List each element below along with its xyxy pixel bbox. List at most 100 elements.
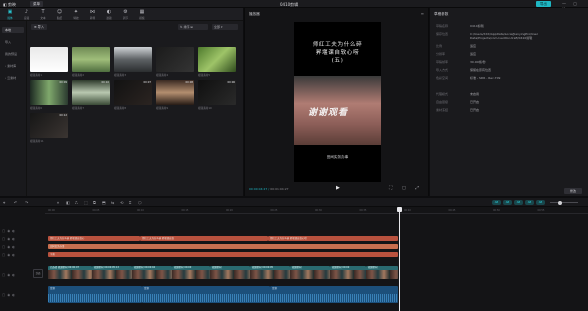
audio-clip[interactable]: 音频	[142, 286, 270, 303]
player-menu-icon[interactable]: ≡	[421, 11, 424, 16]
text-clip[interactable]: 师红工夫为什么碎 昇堰课自软心	[48, 236, 140, 241]
media-thumbnail[interactable]	[156, 47, 194, 72]
audio-clip[interactable]: 音频	[270, 286, 398, 303]
clip-label: 音频	[272, 287, 277, 290]
filter-dropdown[interactable]: 全部 ▾	[212, 24, 238, 30]
text-clip[interactable]: 师红工夫为什么碎 昇堰课自软心唠	[268, 236, 398, 241]
ruler-tick-label: 00:10	[137, 209, 144, 212]
text-clip[interactable]: 师红工夫为什么碎 昇堰课自软	[140, 236, 268, 241]
adjust-tool[interactable]: ⚙ 调节	[119, 9, 133, 20]
media-thumbnail[interactable]	[72, 47, 110, 72]
cover-button[interactable]: 封面	[33, 269, 43, 278]
play-button[interactable]: ▶	[336, 185, 340, 191]
text-track-4-controls[interactable]: ▢◉◐	[2, 253, 17, 257]
media-tool[interactable]: ▣ 媒体	[3, 9, 17, 20]
filter-tool[interactable]: ◐ 滤镜	[102, 9, 116, 20]
timeline-toggle[interactable]: AB	[492, 200, 501, 205]
template-icon: ▦	[139, 9, 145, 15]
property-key: 草稿名称	[436, 24, 449, 28]
timeline-toggle[interactable]: AB	[525, 200, 534, 205]
audio-tool[interactable]: ♪ 音频	[20, 9, 34, 20]
timeline-tool-icon[interactable]: ⧉	[93, 200, 96, 205]
thumbnail-duration: 00:06	[227, 81, 235, 84]
timeline-tool-icon[interactable]: ⇆	[111, 200, 114, 205]
video-clip[interactable]: 视频素材 00:00	[172, 266, 210, 279]
clip-label: 视频素材 00:00	[332, 266, 350, 269]
preview-canvas[interactable]: 师红工夫为什么碎 昇堰课自软心唠 (五) 谢谢观看 田间实务办事	[294, 22, 381, 182]
video-clip[interactable]: 视频素材 00:00:05	[250, 266, 290, 279]
text-clip[interactable]: 田间实务办事	[48, 244, 398, 249]
timeline-tool-icon[interactable]: ⌗	[129, 200, 131, 205]
media-thumbnail[interactable]	[114, 47, 152, 72]
timeline-tool-icon[interactable]: ⏸	[57, 200, 59, 205]
timeline-tool-icon[interactable]: ◧	[66, 200, 70, 205]
media-sidebar-item[interactable]: 导入	[2, 39, 24, 45]
media-thumbnail[interactable]: 00:06	[198, 80, 236, 105]
thumbnail-name: 视频素材4	[156, 74, 169, 77]
timeline-tool-icon[interactable]: ⟲	[120, 200, 123, 205]
toolbar-label: 媒体	[7, 16, 13, 20]
sort-control[interactable]: ⇅ 排序 ⊞	[178, 24, 208, 30]
playhead-handle[interactable]	[397, 207, 402, 212]
text-track-2-controls[interactable]: ▢◉◐	[2, 237, 17, 241]
text-track-3-controls[interactable]: ▢◉◐	[2, 245, 17, 249]
timeline-toggle[interactable]: AB	[503, 200, 512, 205]
media-sidebar-item[interactable]: 我的预设	[2, 51, 24, 57]
media-sidebar-item[interactable]: 本地	[2, 27, 24, 33]
media-thumbnail[interactable]	[198, 47, 236, 72]
zoom-slider-knob[interactable]	[558, 200, 562, 205]
media-thumbnail[interactable]: 00:09	[30, 80, 68, 105]
zoom-slider-track[interactable]	[550, 202, 578, 203]
video-clip[interactable]: 视频素材 00:00:04	[132, 266, 172, 279]
thumbnail-duration: 00:09	[59, 81, 67, 84]
property-value: 已开启	[470, 108, 480, 112]
timeline-tool-icon[interactable]: ⎍	[75, 200, 78, 205]
video-clip[interactable]: 视频素材	[290, 266, 330, 279]
video-clip[interactable]: 已选择 视频素材 00:00:07	[48, 266, 92, 279]
media-thumbnail[interactable]: 00:08	[156, 80, 194, 105]
import-button[interactable]: ⊕ 导入	[31, 24, 48, 30]
player-view-controls[interactable]: ⛶ ▢ ⤢	[389, 185, 423, 191]
sticker-tool[interactable]: ☺ 贴纸	[53, 9, 67, 20]
ruler-tick-label: 00:50	[493, 209, 500, 212]
player-title: 播放器	[249, 12, 260, 16]
time-ruler[interactable]: 00:00 00:05 00:10 00:15 00:20 00:25 00:30 00:35…	[45, 208, 588, 214]
filter-icon: ◐	[106, 9, 112, 15]
sticker-icon: ☺	[56, 9, 63, 15]
thumbnail-duration: 00:08	[185, 81, 193, 84]
timeline-tool-icon[interactable]: ⌖	[3, 200, 5, 205]
template-tool[interactable]: ▦ 模板	[135, 9, 149, 20]
media-thumbnail[interactable]: 00:07	[114, 80, 152, 105]
subtitle-clip[interactable]: 字幕	[48, 252, 398, 257]
transition-tool[interactable]: ⋈ 转场	[86, 9, 100, 20]
timeline-toggle[interactable]: AB	[536, 200, 545, 205]
text-track-1-controls[interactable]: ▢◉◐	[2, 229, 17, 233]
audio-track-controls[interactable]: ▢◉◐	[2, 293, 17, 297]
video-clip[interactable]: 视频素材 00:00	[330, 266, 366, 279]
video-clip[interactable]: 视频素材 00:00:05:13	[92, 266, 132, 279]
export-button[interactable]: 导出	[536, 1, 551, 7]
timeline-tool-icon[interactable]: ⬚	[84, 200, 88, 205]
thumbnail-name: 视频素材3	[114, 74, 127, 77]
modify-button[interactable]: 修改	[564, 188, 582, 194]
video-track-controls[interactable]: ▢◉◐	[2, 273, 17, 277]
media-sidebar-item[interactable]: › 素材库	[2, 63, 24, 69]
media-thumbnail[interactable]: 00:10	[72, 80, 110, 105]
video-clip[interactable]: 视频素材	[210, 266, 250, 279]
property-key: 色彩空间	[436, 76, 449, 80]
property-key: 代理模式	[436, 92, 449, 96]
timeline-tool-icon[interactable]: ↶	[14, 200, 17, 205]
timeline-toggle[interactable]: AB	[514, 200, 523, 205]
effects-tool[interactable]: ✦ 特效	[69, 9, 83, 20]
timeline-tool-icon[interactable]: ⬒	[102, 200, 106, 205]
main-menu-button[interactable]: 菜单	[30, 1, 43, 7]
video-clip[interactable]: 视频素材	[366, 266, 398, 279]
timeline-tool-icon[interactable]: ⬡	[138, 200, 142, 205]
media-sidebar-item[interactable]: › 云素材	[2, 75, 24, 81]
playhead[interactable]	[397, 207, 402, 311]
audio-clip[interactable]: 音频	[48, 286, 142, 303]
timeline-tool-icon[interactable]: ↷	[25, 200, 28, 205]
text-tool[interactable]: T 文本	[36, 9, 50, 20]
media-thumbnail[interactable]	[30, 47, 68, 72]
media-thumbnail[interactable]: 00:12	[30, 113, 68, 138]
